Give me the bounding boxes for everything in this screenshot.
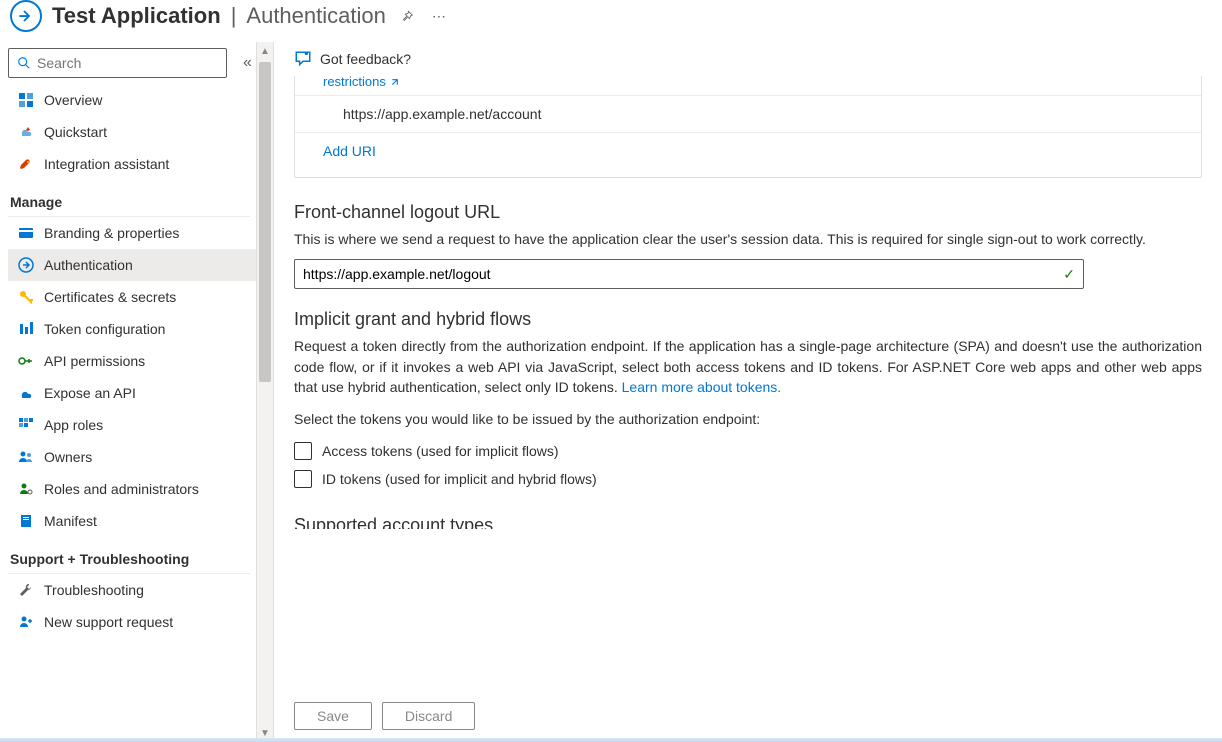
sidebar-section-manage: Manage <box>8 180 256 216</box>
sidebar-item-api-permissions[interactable]: API permissions <box>8 345 256 377</box>
sidebar-item-label: Manifest <box>44 513 97 529</box>
window-bottom-border <box>0 738 1222 742</box>
more-icon[interactable]: ⋯ <box>428 4 450 29</box>
sidebar-item-label: Owners <box>44 449 92 465</box>
cloud-icon <box>18 385 34 401</box>
sidebar-item-troubleshooting[interactable]: Troubleshooting <box>8 574 256 606</box>
access-tokens-checkbox[interactable] <box>294 442 312 460</box>
feedback-icon[interactable] <box>294 50 312 68</box>
content-scrollbar[interactable]: ▲ ▼ <box>256 42 274 742</box>
manifest-icon <box>18 513 34 529</box>
sidebar-item-label: Troubleshooting <box>44 582 144 598</box>
sidebar-item-label: API permissions <box>44 353 145 369</box>
bars-icon <box>18 321 34 337</box>
sidebar-item-branding[interactable]: Branding & properties <box>8 217 256 249</box>
sidebar-item-integration-assistant[interactable]: Integration assistant <box>8 148 256 180</box>
sidebar-item-label: Integration assistant <box>44 156 169 172</box>
valid-check-icon: ✓ <box>1063 266 1075 283</box>
people-icon <box>18 449 34 465</box>
sidebar-item-label: Quickstart <box>44 124 107 140</box>
scroll-up-icon[interactable]: ▲ <box>257 42 273 60</box>
sidebar-item-overview[interactable]: Overview <box>8 84 256 116</box>
pin-icon[interactable] <box>396 5 418 27</box>
toolbar: Got feedback? <box>274 42 1222 76</box>
discard-button[interactable]: Discard <box>382 702 475 730</box>
sidebar-item-authentication[interactable]: Authentication <box>8 249 256 281</box>
page-header: Test Application | Authentication ⋯ <box>0 0 1222 42</box>
id-tokens-label: ID tokens (used for implicit and hybrid … <box>322 471 597 487</box>
sidebar-item-label: Overview <box>44 92 102 108</box>
sidebar-item-label: App roles <box>44 417 103 433</box>
sidebar-item-manifest[interactable]: Manifest <box>8 505 256 537</box>
sidebar-item-label: Roles and administrators <box>44 481 199 497</box>
feedback-link[interactable]: Got feedback? <box>320 51 411 67</box>
person-gear-icon <box>18 481 34 497</box>
redirect-uri-value: https://app.example.net/account <box>295 96 1201 132</box>
id-tokens-checkbox-row: ID tokens (used for implicit and hybrid … <box>294 465 1202 493</box>
sidebar-item-quickstart[interactable]: Quickstart <box>8 116 256 148</box>
sidebar-item-token-config[interactable]: Token configuration <box>8 313 256 345</box>
access-tokens-label: Access tokens (used for implicit flows) <box>322 443 559 459</box>
search-input[interactable] <box>37 55 218 71</box>
main-content: Got feedback? restrictions https://app.e… <box>274 42 1222 742</box>
implicit-section-title: Implicit grant and hybrid flows <box>294 309 1202 330</box>
token-prompt: Select the tokens you would like to be i… <box>294 411 1202 427</box>
supported-account-types-title: Supported account types <box>294 515 1202 529</box>
sidebar-item-label: New support request <box>44 614 173 630</box>
collapse-sidebar-icon[interactable]: « <box>237 50 258 76</box>
restrictions-link[interactable]: restrictions <box>295 76 1201 89</box>
grid2-icon <box>18 417 34 433</box>
sidebar-section-support: Support + Troubleshooting <box>8 537 256 573</box>
logout-section-desc: This is where we send a request to have … <box>294 229 1202 249</box>
learn-more-tokens-link[interactable]: Learn more about tokens. <box>622 379 782 395</box>
logout-url-input[interactable] <box>303 266 1063 282</box>
rocket-icon <box>18 156 34 172</box>
sidebar-item-new-support[interactable]: New support request <box>8 606 256 638</box>
app-name: Test Application <box>52 3 221 29</box>
sidebar-item-label: Token configuration <box>44 321 165 337</box>
card-icon <box>18 225 34 241</box>
implicit-section-desc: Request a token directly from the author… <box>294 336 1202 397</box>
search-input-wrapper[interactable] <box>8 48 227 78</box>
page-title-separator: | <box>231 3 237 29</box>
api-perm-icon <box>18 353 34 369</box>
app-logo-icon <box>10 0 42 32</box>
sidebar-item-owners[interactable]: Owners <box>8 441 256 473</box>
scroll-thumb[interactable] <box>259 62 271 382</box>
wrench-icon <box>18 582 34 598</box>
sidebar: « Overview Quickstart Integration assist… <box>0 42 256 742</box>
sidebar-item-label: Expose an API <box>44 385 136 401</box>
person-plus-icon <box>18 614 34 630</box>
footer-actions: Save Discard <box>274 690 1222 742</box>
save-button[interactable]: Save <box>294 702 372 730</box>
sidebar-item-label: Branding & properties <box>44 225 179 241</box>
sidebar-nav: Overview Quickstart Integration assistan… <box>8 84 256 736</box>
sidebar-item-app-roles[interactable]: App roles <box>8 409 256 441</box>
auth-icon <box>18 257 34 273</box>
grid-icon <box>18 92 34 108</box>
key-icon <box>18 289 34 305</box>
id-tokens-checkbox[interactable] <box>294 470 312 488</box>
sidebar-item-label: Certificates & secrets <box>44 289 176 305</box>
sidebar-item-expose-api[interactable]: Expose an API <box>8 377 256 409</box>
logout-url-input-wrapper[interactable]: ✓ <box>294 259 1084 289</box>
access-tokens-checkbox-row: Access tokens (used for implicit flows) <box>294 437 1202 465</box>
search-icon <box>17 56 31 70</box>
cloud-rocket-icon <box>18 124 34 140</box>
page-title: Authentication <box>246 3 385 29</box>
sidebar-item-certificates[interactable]: Certificates & secrets <box>8 281 256 313</box>
add-uri-link[interactable]: Add URI <box>295 133 1201 177</box>
redirect-uri-card: restrictions https://app.example.net/acc… <box>294 76 1202 178</box>
sidebar-item-roles-admins[interactable]: Roles and administrators <box>8 473 256 505</box>
logout-section-title: Front-channel logout URL <box>294 202 1202 223</box>
sidebar-item-label: Authentication <box>44 257 133 273</box>
